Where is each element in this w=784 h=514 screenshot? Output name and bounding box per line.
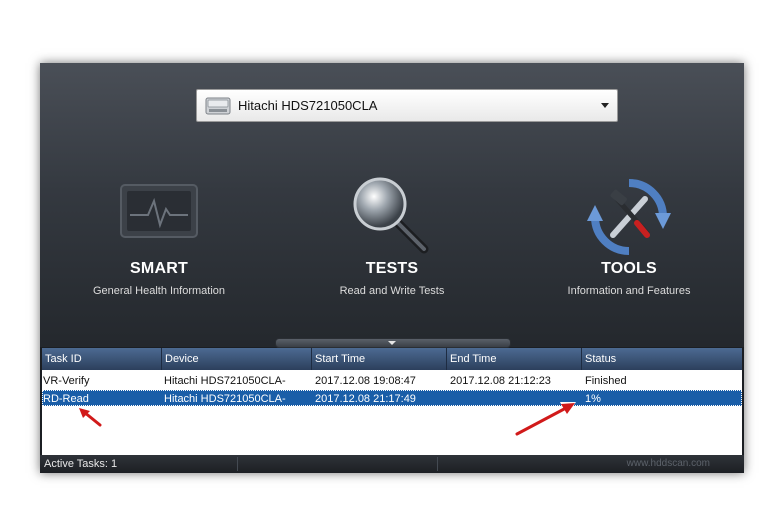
- status-cell: Finished: [585, 375, 627, 387]
- magnifier-icon: [353, 177, 429, 254]
- device-name: Hitachi HDS721050CLA: [238, 98, 378, 113]
- table-row[interactable]: VR-Verify Hitachi HDS721050CLA- 2017.12.…: [42, 373, 742, 389]
- column-header-start-time[interactable]: Start Time: [312, 348, 447, 370]
- tests-tile[interactable]: TESTS Read and Write Tests: [292, 177, 492, 307]
- tests-title: TESTS: [365, 260, 419, 277]
- hddscan-window: Hitachi HDS721050CLA SMART General Healt…: [40, 63, 744, 473]
- watermark: www.hddscan.com: [626, 458, 710, 469]
- start-time-cell: 2017.12.08 19:08:47: [315, 375, 416, 387]
- chevron-down-icon[interactable]: [601, 103, 609, 108]
- device-select[interactable]: Hitachi HDS721050CLA: [196, 89, 618, 122]
- table-row-selected[interactable]: RD-Read Hitachi HDS721050CLA- 2017.12.08…: [42, 390, 742, 406]
- task-id-cell: VR-Verify: [43, 375, 90, 387]
- table-header: Task ID Device Start Time End Time Statu…: [42, 348, 742, 370]
- device-cell: Hitachi HDS721050CLA-: [164, 375, 286, 387]
- tools-tile[interactable]: TOOLS Information and Features: [529, 177, 729, 307]
- device-cell: Hitachi HDS721050CLA-: [164, 393, 286, 405]
- monitor-heartbeat-icon: [120, 184, 198, 238]
- start-time-cell: 2017.12.08 21:17:49: [315, 393, 416, 405]
- active-tasks-label: Active Tasks: 1: [44, 458, 118, 470]
- chevron-down-icon[interactable]: [388, 341, 396, 345]
- smart-title: SMART: [130, 260, 188, 277]
- top-panel: Hitachi HDS721050CLA SMART General Healt…: [40, 63, 744, 348]
- end-time-cell: 2017.12.08 21:12:23: [450, 375, 551, 387]
- smart-tile[interactable]: SMART General Health Information: [59, 177, 259, 307]
- tests-subtitle: Read and Write Tests: [339, 285, 445, 297]
- status-divider: [237, 457, 238, 471]
- column-header-status[interactable]: Status: [582, 348, 742, 370]
- status-bar: Active Tasks: 1 www.hddscan.com: [40, 455, 744, 473]
- smart-subtitle: General Health Information: [92, 285, 226, 297]
- column-header-device[interactable]: Device: [162, 348, 312, 370]
- tools-refresh-icon: [587, 179, 671, 255]
- tools-title: TOOLS: [601, 260, 657, 277]
- panel-splitter[interactable]: [275, 338, 511, 348]
- hard-drive-icon: [205, 97, 231, 115]
- status-divider: [437, 457, 438, 471]
- task-table: Task ID Device Start Time End Time Statu…: [42, 348, 742, 455]
- task-id-cell: RD-Read: [43, 393, 89, 405]
- status-cell: 1%: [585, 393, 601, 405]
- column-header-end-time[interactable]: End Time: [447, 348, 582, 370]
- column-header-task-id[interactable]: Task ID: [42, 348, 162, 370]
- tools-subtitle: Information and Features: [567, 285, 691, 297]
